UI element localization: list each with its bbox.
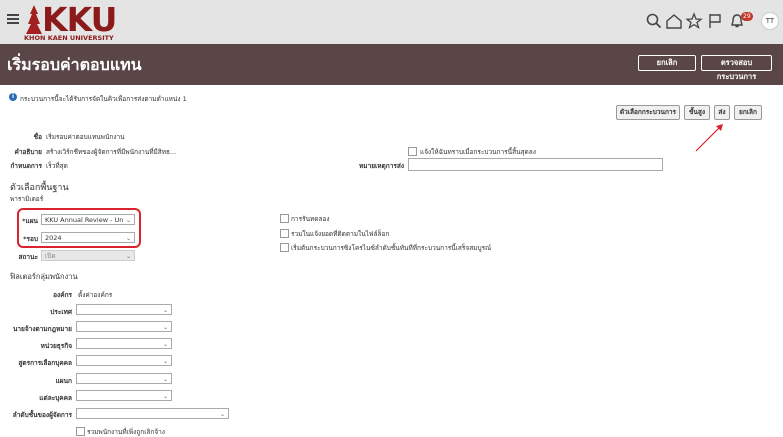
university-logo[interactable]: KKU KHON KAEN UNIVERSITY (24, 0, 117, 43)
parameters-label: พารามิเตอร์ (10, 195, 44, 203)
page-title: เริ่มรอบค่าตอบแทน (7, 55, 142, 74)
logo-text: KKU (42, 0, 117, 39)
chevron-down-icon: ⌄ (162, 393, 168, 400)
star-icon[interactable] (685, 12, 703, 30)
country-label: ประเทศ (50, 308, 72, 316)
schedule-label: กำหนดการ (10, 162, 42, 170)
notification-badge: 29 (741, 12, 753, 21)
business-unit-label: หน่วยธุรกิจ (40, 342, 72, 350)
description-value: สร้างเวิร์กชีทของผู้จัดการที่มีพนักงานที… (46, 148, 177, 156)
description-label: คำอธิบาย (14, 148, 42, 156)
sync-hierarchy-checkbox[interactable] (280, 243, 289, 252)
manager-hierarchy-select[interactable]: ⌄ (76, 408, 229, 419)
legal-employer-label: นายจ้างตามกฎหมาย (12, 325, 72, 333)
employee-filter-heading: ฟิลเตอร์กลุ่มพนักงาน (10, 272, 78, 281)
test-run-label: การรันทดลอง (291, 215, 330, 223)
flag-icon[interactable] (706, 12, 724, 30)
person-label: แต่ละบุคคล (39, 394, 72, 402)
department-select[interactable]: ⌄ (76, 373, 172, 384)
annotation-arrow-icon (695, 124, 723, 152)
manager-hierarchy-label: ลำดับชั้นของผู้จัดการ (12, 411, 72, 419)
notify-label: แจ้งให้ฉันทราบเมื่อกระบวนการนี้สิ้นสุดลง (420, 148, 536, 156)
plan-select-value: KKU Annual Review - Un (45, 216, 124, 224)
person-select[interactable]: ⌄ (76, 390, 172, 401)
chevron-down-icon: ⌄ (162, 341, 168, 348)
test-run-checkbox[interactable] (280, 214, 289, 223)
submit-button[interactable]: ส่ง (714, 105, 730, 120)
department-label: แผนก (55, 377, 72, 385)
include-terminated-label: รวมพนักงานที่เพิ่งถูกเลิกจ้าง (87, 428, 165, 436)
cancel-action-button[interactable]: ยกเลิก (734, 105, 762, 120)
plan-select[interactable]: KKU Annual Review - Un ⌄ (41, 214, 135, 225)
logo-emblem-icon (26, 5, 42, 34)
basic-options-heading: ตัวเลือกพื้นฐาน (10, 183, 69, 193)
process-options-button[interactable]: ตัวเลือกกระบวนการ (616, 105, 680, 120)
legal-employer-select[interactable]: ⌄ (76, 321, 172, 332)
chevron-down-icon: ⌄ (162, 307, 168, 314)
page-title-bar: เริ่มรอบค่าตอบแทน ยกเลิก ตรวจสอบกระบวนกา… (0, 44, 783, 85)
organization-value: ตั้งค่าองค์กร (78, 291, 113, 299)
name-value: เริ่มรอบค่าตอบแทนพนักงาน (46, 133, 125, 141)
info-message: กระบวนการนี้จะได้รับการจัดในคิวเพื่อการส… (20, 95, 187, 103)
chevron-down-icon: ⌄ (162, 324, 168, 331)
chevron-down-icon: ⌄ (125, 217, 131, 224)
plan-label: *แผน (22, 217, 38, 225)
submission-note-label: หมายเหตุการส่ง (359, 162, 404, 170)
include-log-label: รวมในแจ้งยอดที่ติดตามในไฟล์ล็อก (291, 230, 390, 238)
logo-subtitle: KHON KAEN UNIVERSITY (24, 34, 114, 42)
submission-note-input[interactable] (408, 158, 663, 171)
menu-icon[interactable] (7, 14, 19, 24)
chevron-down-icon: ⌄ (162, 358, 168, 365)
sync-hierarchy-label: เริ่มต้นกระบวนการซิงโครไนซ์ลำดับชั้นทันท… (291, 244, 492, 252)
status-select-value: เปิด (45, 252, 56, 260)
chevron-down-icon: ⌄ (219, 411, 225, 418)
cancel-button[interactable]: ยกเลิก (638, 55, 696, 71)
status-label: สถานะ (18, 253, 39, 261)
name-label: ชื่อ (33, 133, 42, 141)
user-avatar[interactable]: TT (761, 12, 779, 30)
chevron-down-icon: ⌄ (125, 235, 131, 242)
cycle-label: *รอบ (23, 235, 38, 243)
include-terminated-checkbox[interactable] (76, 427, 85, 436)
cycle-select-value: 2024 (45, 234, 62, 242)
business-unit-select[interactable]: ⌄ (76, 338, 172, 349)
search-icon[interactable] (645, 12, 663, 30)
cycle-select[interactable]: 2024 ⌄ (41, 232, 135, 243)
review-process-button[interactable]: ตรวจสอบกระบวนการ (701, 55, 772, 81)
schedule-value: เร็วที่สุด (46, 162, 68, 170)
top-header: KKU KHON KAEN UNIVERSITY 29 TT (0, 0, 783, 45)
person-formula-select[interactable]: ⌄ (76, 355, 172, 366)
advanced-button[interactable]: ขั้นสูง (684, 105, 710, 120)
organization-label: องค์กร (53, 291, 72, 299)
include-log-checkbox[interactable] (280, 229, 289, 238)
chevron-down-icon: ⌄ (162, 376, 168, 383)
info-icon: i (9, 93, 17, 101)
person-formula-label: สูตรการเลือกบุคคล (18, 359, 72, 367)
notify-checkbox[interactable] (408, 147, 417, 156)
country-select[interactable]: ⌄ (76, 304, 172, 315)
chevron-down-icon: ⌄ (125, 253, 131, 260)
status-select: เปิด ⌄ (41, 250, 135, 261)
home-icon[interactable] (665, 12, 683, 30)
